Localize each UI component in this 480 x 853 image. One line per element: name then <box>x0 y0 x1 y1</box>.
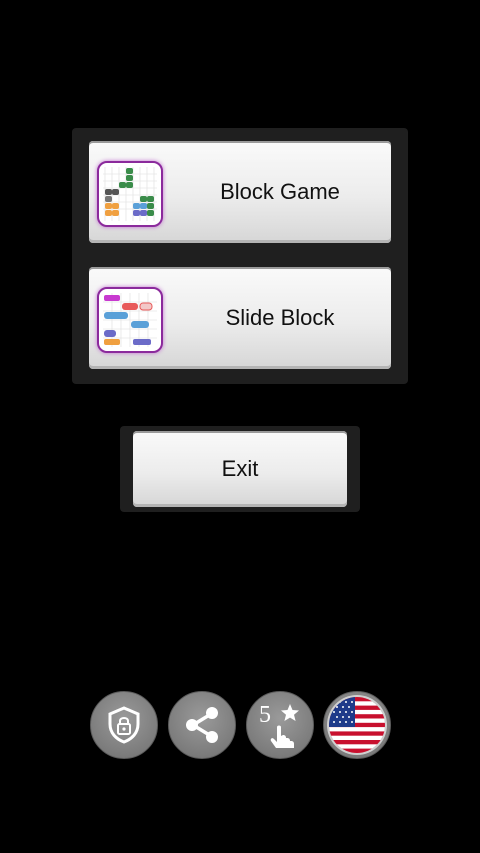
slide-block-icon <box>97 287 163 353</box>
game-menu-panel: Block Game Slide Block <box>72 128 408 384</box>
us-flag-icon <box>329 697 385 753</box>
block-game-button[interactable]: Block Game <box>89 141 391 243</box>
exit-button[interactable]: Exit <box>133 431 347 507</box>
share-button[interactable] <box>168 691 236 759</box>
rate-number: 5 <box>259 702 271 728</box>
block-game-label: Block Game <box>220 179 340 204</box>
rate-star-hand-icon: 5 <box>259 702 299 748</box>
share-icon <box>186 707 218 743</box>
block-game-icon <box>97 161 163 227</box>
rate-button[interactable]: 5 <box>246 691 314 759</box>
privacy-button[interactable] <box>90 691 158 759</box>
language-button[interactable] <box>323 691 391 759</box>
privacy-shield-icon <box>108 706 140 744</box>
slide-block-button[interactable]: Slide Block <box>89 267 391 369</box>
slide-block-label: Slide Block <box>225 305 335 330</box>
exit-frame: Exit <box>120 426 360 512</box>
